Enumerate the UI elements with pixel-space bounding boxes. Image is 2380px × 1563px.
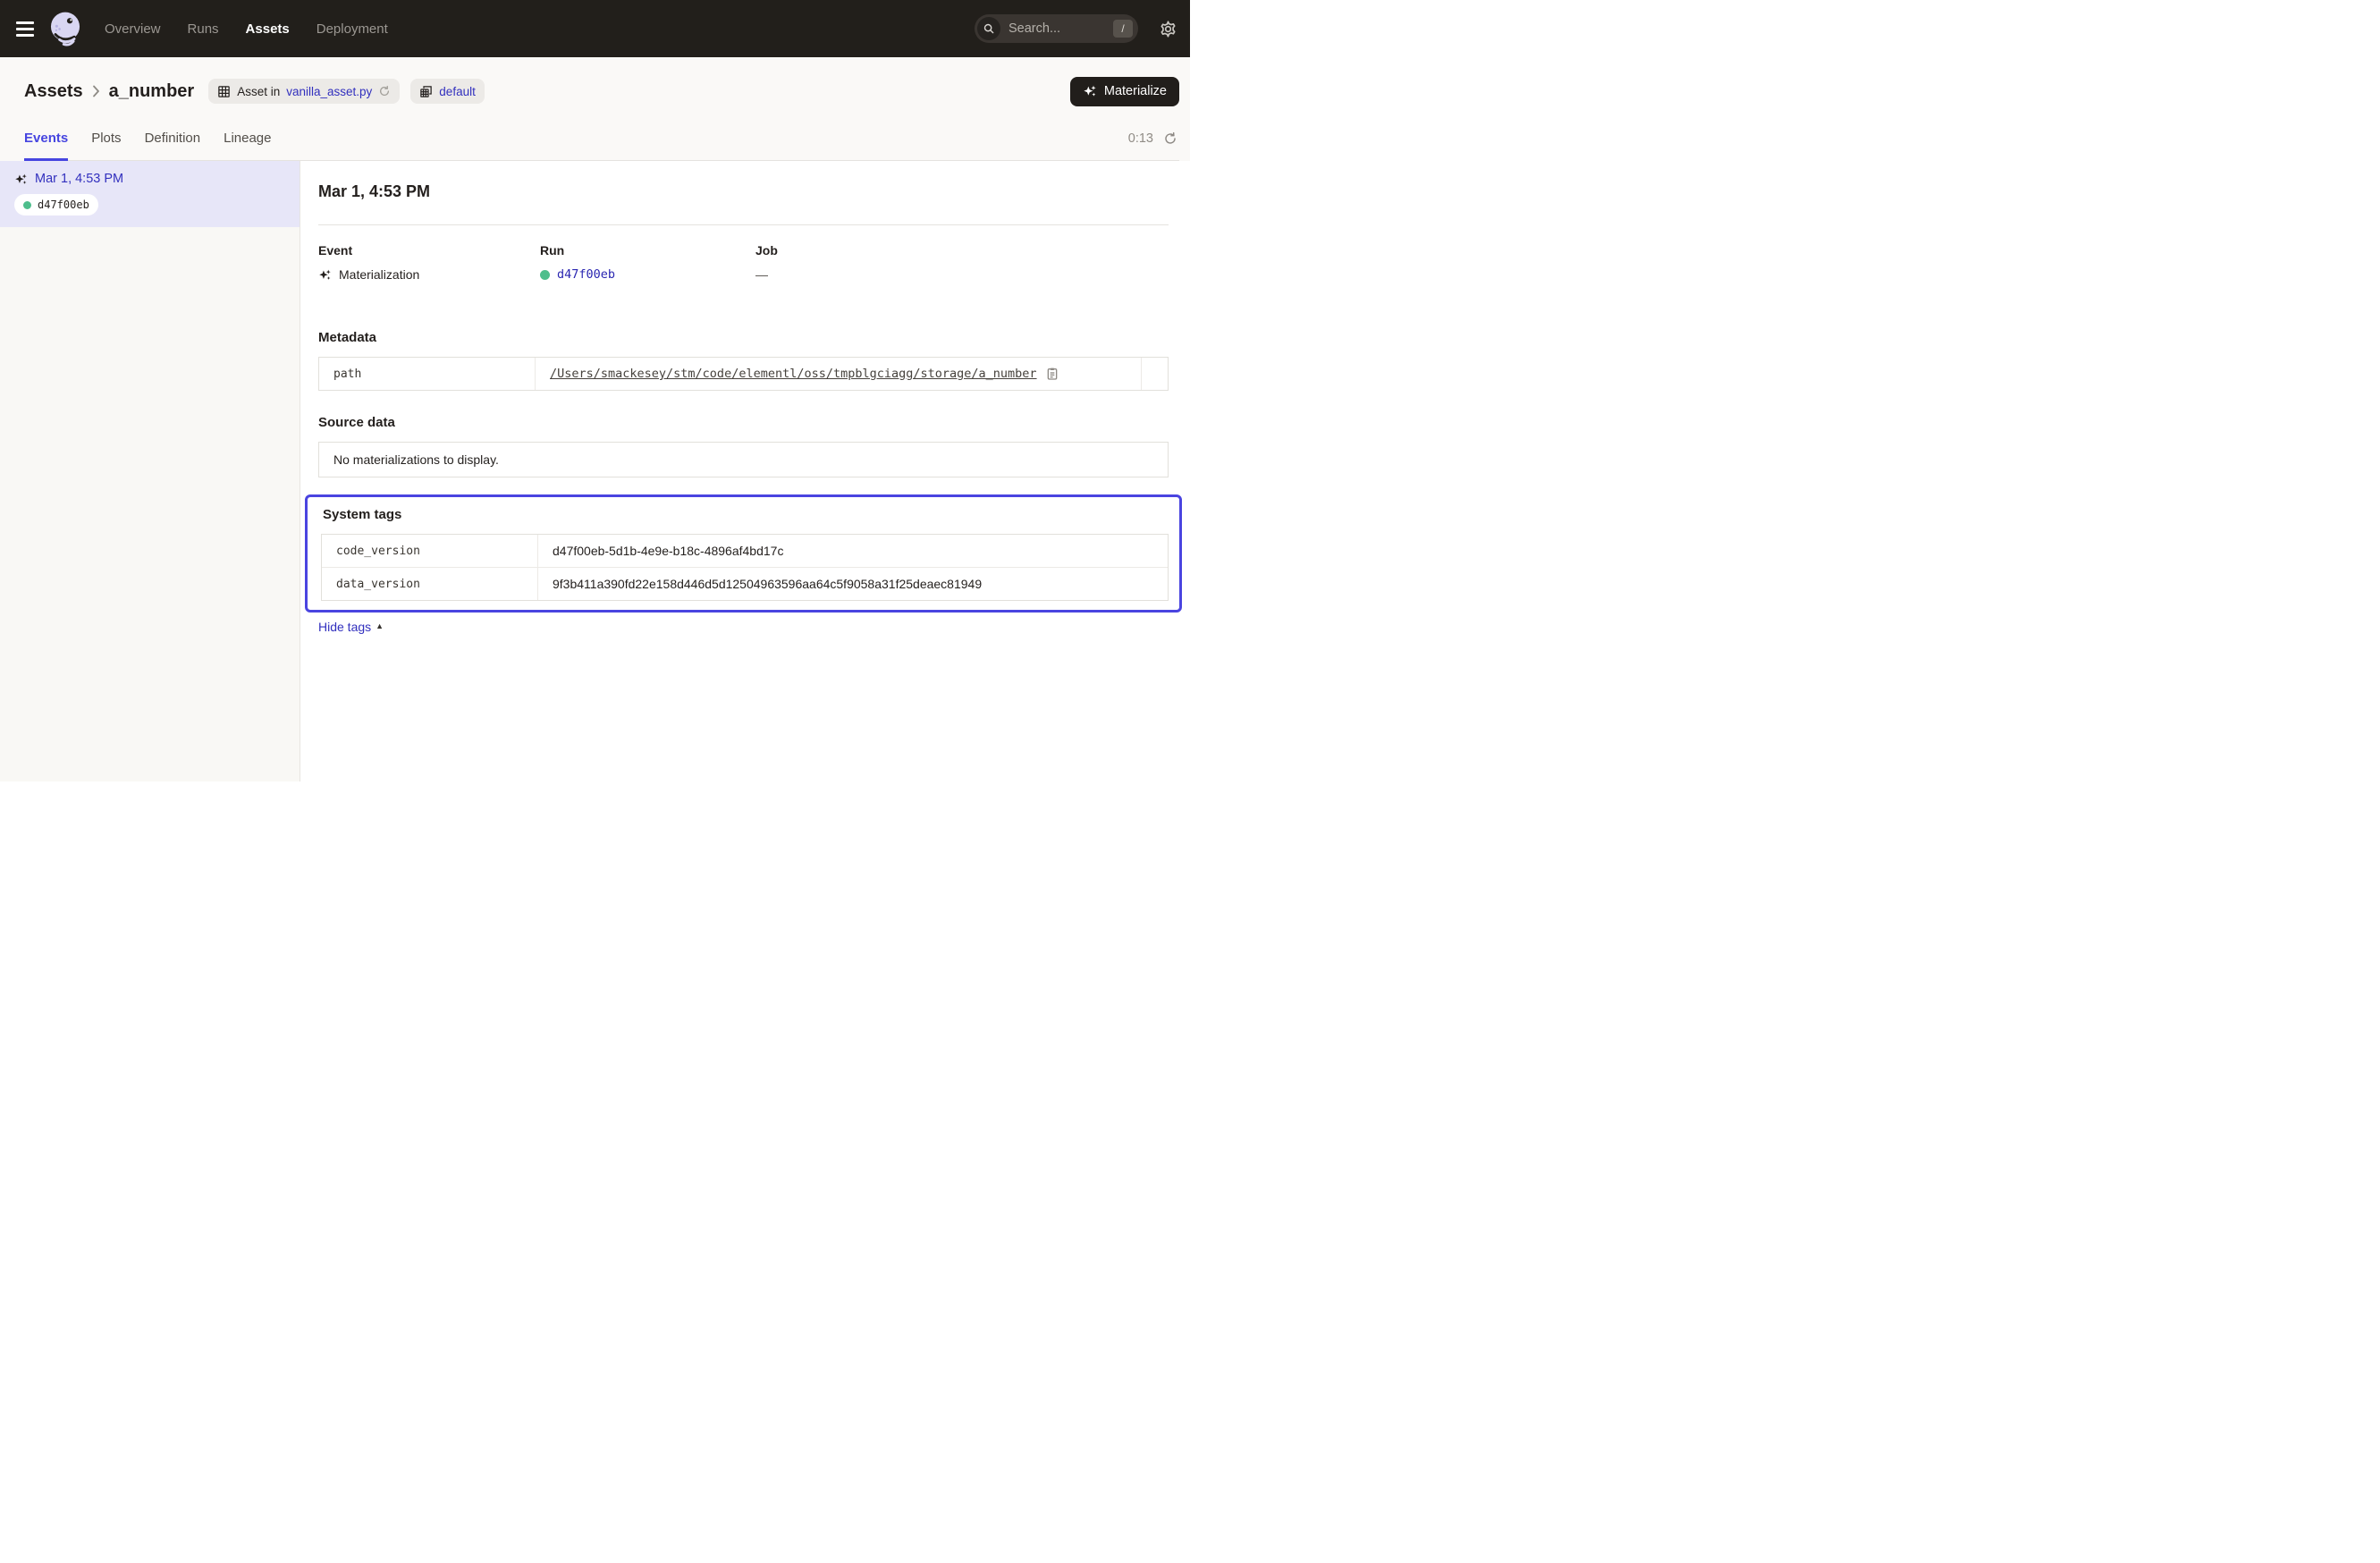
event-summary: Event Materialization Run d47f00eb — [318, 243, 1169, 282]
system-tags-highlight-box: System tags code_version d47f00eb-5d1b-4… — [305, 494, 1182, 613]
source-data-section-title: Source data — [318, 415, 1169, 430]
nav-item-runs[interactable]: Runs — [188, 21, 219, 37]
tab-plots[interactable]: Plots — [91, 116, 121, 160]
search-icon — [977, 17, 1000, 40]
refresh-countdown: 0:13 — [1128, 131, 1153, 146]
materialize-button[interactable]: Materialize — [1070, 77, 1179, 106]
tag-key: code_version — [322, 535, 538, 567]
chevron-right-icon — [92, 85, 100, 97]
nav-item-deployment[interactable]: Deployment — [316, 21, 388, 37]
metadata-table: path /Users/smackesey/stm/code/elementl/… — [318, 357, 1169, 391]
materialization-sparkle-icon — [318, 268, 332, 282]
tag-value: d47f00eb-5d1b-4e9e-b18c-4896af4bd17c — [538, 535, 1168, 567]
menu-icon[interactable] — [16, 21, 34, 37]
metadata-key: path — [319, 358, 536, 390]
refresh-icon[interactable] — [1163, 131, 1177, 146]
system-tags-table: code_version d47f00eb-5d1b-4e9e-b18c-489… — [321, 534, 1169, 601]
run-column-label: Run — [540, 243, 755, 258]
top-nav: Overview Runs Assets Deployment / — [0, 0, 1190, 57]
breadcrumb: Assets a_number — [24, 81, 194, 102]
hide-tags-link[interactable]: Hide tags ▲ — [318, 620, 384, 634]
group-link[interactable]: default — [439, 85, 476, 98]
group-icon — [419, 85, 433, 98]
search-box[interactable]: / — [975, 14, 1138, 43]
asset-badge-prefix: Asset in — [237, 85, 280, 98]
nav-item-assets[interactable]: Assets — [246, 21, 290, 37]
run-id-badge[interactable]: d47f00eb — [14, 194, 98, 215]
event-heading: Mar 1, 4:53 PM — [318, 182, 1169, 201]
search-shortcut-key: / — [1113, 20, 1133, 38]
tab-definition[interactable]: Definition — [145, 116, 201, 160]
run-status-dot — [23, 201, 31, 209]
nav-item-overview[interactable]: Overview — [105, 21, 161, 37]
event-timestamp-link[interactable]: Mar 1, 4:53 PM — [35, 172, 123, 186]
source-data-empty-state: No materializations to display. — [318, 442, 1169, 477]
sparkle-icon — [1083, 84, 1097, 98]
event-list-item[interactable]: Mar 1, 4:53 PM d47f00eb — [0, 161, 300, 227]
event-type-label: Materialization — [339, 267, 419, 282]
run-id-label: d47f00eb — [38, 199, 89, 211]
run-status-dot — [540, 270, 550, 280]
gear-icon[interactable] — [1159, 20, 1177, 38]
row-action-cell — [1141, 358, 1168, 390]
nav-links: Overview Runs Assets Deployment — [105, 21, 388, 37]
asset-definition-badge: Asset in vanilla_asset.py — [208, 79, 400, 104]
system-tags-section-title: System tags — [321, 507, 1169, 522]
asset-file-link[interactable]: vanilla_asset.py — [286, 85, 372, 98]
reload-definition-icon[interactable] — [378, 85, 391, 97]
page-header: Assets a_number Asset in vanilla_asset.p… — [0, 57, 1190, 161]
search-input[interactable] — [1000, 21, 1113, 36]
caret-up-icon: ▲ — [376, 621, 384, 630]
job-empty-value: — — [755, 267, 768, 282]
tab-lineage[interactable]: Lineage — [224, 116, 271, 160]
job-column-label: Job — [755, 243, 1169, 258]
tag-value: 9f3b411a390fd22e158d446d5d12504963596aa6… — [538, 568, 1168, 600]
table-row: data_version 9f3b411a390fd22e158d446d5d1… — [322, 567, 1168, 600]
table-icon — [217, 85, 231, 98]
metadata-path-link[interactable]: /Users/smackesey/stm/code/elementl/oss/t… — [550, 367, 1037, 381]
breadcrumb-root[interactable]: Assets — [24, 81, 83, 102]
event-list-sidebar: Mar 1, 4:53 PM d47f00eb — [0, 161, 300, 782]
materialization-sparkle-icon — [14, 173, 28, 186]
breadcrumb-current: a_number — [109, 81, 195, 102]
table-row: code_version d47f00eb-5d1b-4e9e-b18c-489… — [322, 535, 1168, 567]
table-row: path /Users/smackesey/stm/code/elementl/… — [319, 358, 1168, 390]
asset-group-badge: default — [410, 79, 485, 104]
tab-bar: Events Plots Definition Lineage 0:13 — [24, 116, 1179, 161]
run-id-link[interactable]: d47f00eb — [557, 267, 615, 282]
metadata-section-title: Metadata — [318, 330, 1169, 345]
tab-events[interactable]: Events — [24, 116, 68, 160]
tag-key: data_version — [322, 568, 538, 600]
dagster-logo-icon[interactable] — [46, 9, 85, 48]
event-detail-panel: Mar 1, 4:53 PM Event Materialization Run — [300, 161, 1190, 782]
copy-icon[interactable] — [1045, 367, 1059, 381]
divider — [318, 224, 1169, 225]
event-column-label: Event — [318, 243, 540, 258]
